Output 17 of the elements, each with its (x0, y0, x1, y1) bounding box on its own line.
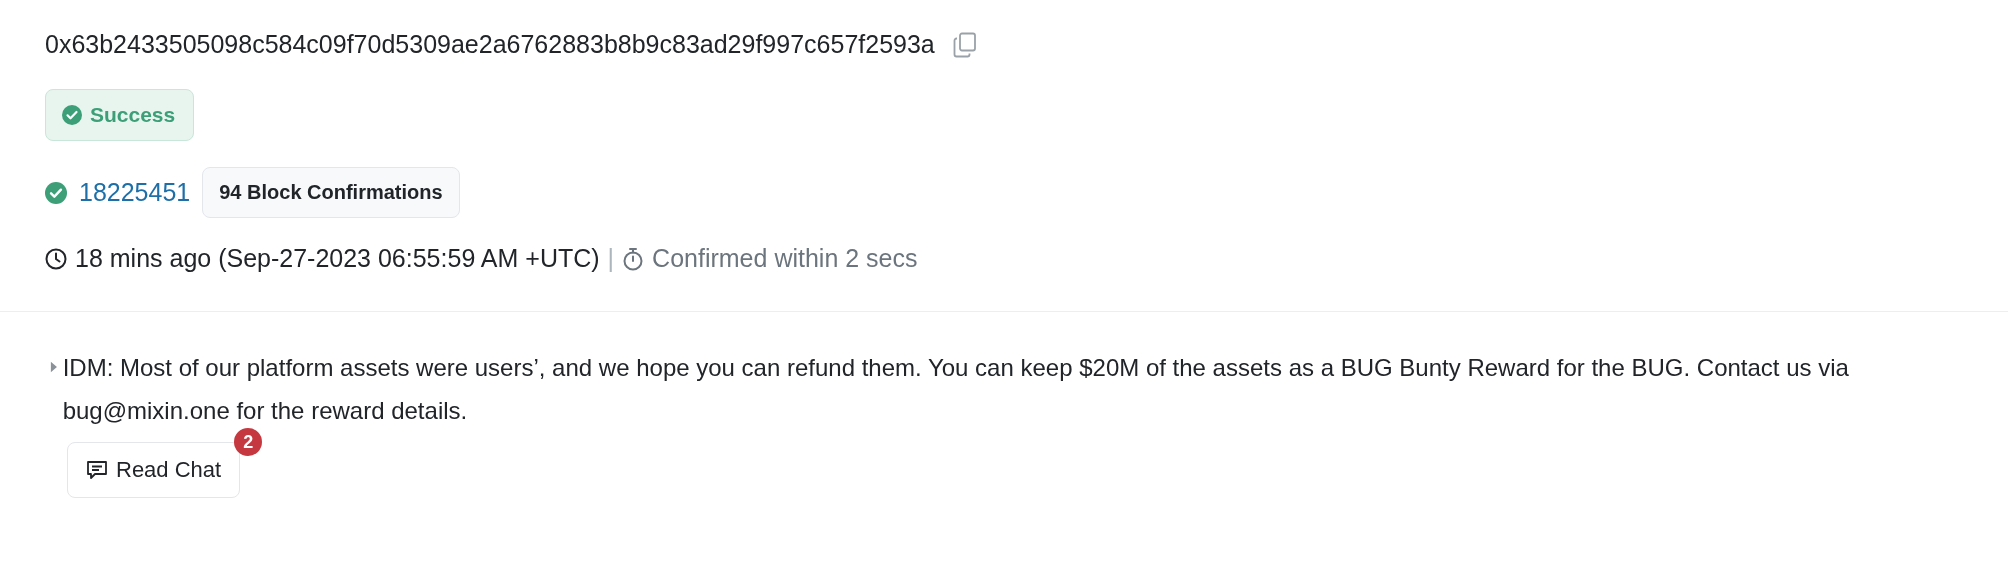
clock-icon (45, 247, 67, 270)
read-chat-button[interactable]: Read Chat (67, 442, 241, 498)
check-icon (45, 181, 67, 204)
expand-caret-icon[interactable] (50, 360, 59, 374)
confirmation-time: Confirmed within 2 secs (652, 244, 918, 273)
separator: | (607, 244, 615, 273)
timestamp: 18 mins ago (Sep-27-2023 06:55:59 AM +UTC) (75, 244, 600, 273)
status-badge: Success (45, 89, 195, 141)
confirmations-badge: 94 Block Confirmations (202, 167, 460, 218)
chat-icon (86, 459, 108, 481)
block-link[interactable]: 18225451 (79, 178, 191, 207)
stopwatch-icon (622, 246, 645, 271)
unread-count-badge: 2 (234, 428, 263, 456)
input-message: IDM: Most of our platform assets were users’, and we hope you can refund them. You can keep $20M of the assets as a BUG Bunty Reward for the BUG. Contact us via bug@mixin.one for the reward details. (62, 353, 1850, 426)
copy-icon[interactable] (952, 31, 977, 58)
check-icon (62, 105, 82, 125)
transaction-hash: 0x63b2433505098c584c09f70d5309ae2a6762883b8b9c83ad29f997c657f2593a (45, 30, 935, 59)
